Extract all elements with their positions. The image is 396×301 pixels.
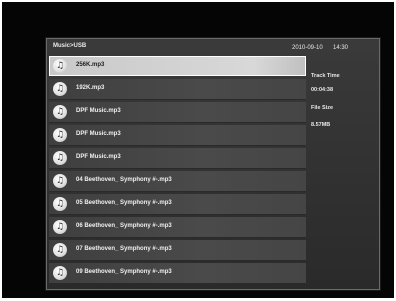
status-bar: Music>USB 2010-09-10 14:30 bbox=[47, 39, 379, 53]
track-time-value: 00:04:38 bbox=[311, 87, 334, 93]
music-note-icon: ♫ bbox=[53, 174, 67, 188]
player-screen: Music>USB 2010-09-10 14:30 ♫ 256K.mp3 ♫ … bbox=[46, 38, 380, 290]
file-name: DPF Music.mp3 bbox=[76, 108, 121, 114]
file-row[interactable]: ♫ 256K.mp3 bbox=[49, 56, 306, 76]
file-list: ♫ 256K.mp3 ♫ 192K.mp3 ♫ DPF Music.mp3 ♫ … bbox=[49, 56, 306, 286]
file-row[interactable]: ♫ 04 Beethoven_ Symphony #-.mp3 bbox=[49, 171, 306, 192]
file-name: 256K.mp3 bbox=[76, 62, 105, 68]
file-row[interactable]: ♫ DPF Music.mp3 bbox=[49, 148, 306, 169]
music-note-icon: ♫ bbox=[53, 220, 67, 234]
file-row[interactable]: ♫ 192K.mp3 bbox=[49, 79, 306, 100]
info-panel: Track Time 00:04:38 File Size 8.57MB bbox=[309, 56, 377, 286]
file-name: 04 Beethoven_ Symphony #-.mp3 bbox=[76, 177, 172, 183]
file-row[interactable]: ♫ 05 Beethoven_ Symphony #-.mp3 bbox=[49, 194, 306, 215]
music-note-icon: ♫ bbox=[53, 128, 67, 142]
file-row[interactable]: ♫ DPF Music.mp3 bbox=[49, 125, 306, 146]
file-name: 09 Beethoven_ Symphony #-.mp3 bbox=[76, 269, 172, 275]
file-size-value: 8.57MB bbox=[311, 122, 331, 128]
file-name: 05 Beethoven_ Symphony #-.mp3 bbox=[76, 200, 172, 206]
music-note-icon: ♫ bbox=[53, 151, 67, 165]
track-time-label: Track Time bbox=[311, 73, 340, 79]
file-name: 192K.mp3 bbox=[76, 85, 105, 91]
breadcrumb: Music>USB bbox=[53, 43, 87, 49]
file-row[interactable]: ♫ 09 Beethoven_ Symphony #-.mp3 bbox=[49, 263, 306, 284]
music-note-icon: ♫ bbox=[53, 266, 67, 280]
file-name: 07 Beethoven_ Symphony #-.mp3 bbox=[76, 246, 172, 252]
file-name: DPF Music.mp3 bbox=[76, 131, 121, 137]
file-row[interactable]: ♫ 07 Beethoven_ Symphony #-.mp3 bbox=[49, 240, 306, 261]
file-size-label: File Size bbox=[311, 105, 334, 111]
file-name: 06 Beethoven_ Symphony #-.mp3 bbox=[76, 223, 172, 229]
file-row[interactable]: ♫ 06 Beethoven_ Symphony #-.mp3 bbox=[49, 217, 306, 238]
music-note-icon: ♫ bbox=[53, 105, 67, 119]
device-frame: Music>USB 2010-09-10 14:30 ♫ 256K.mp3 ♫ … bbox=[2, 2, 394, 298]
music-note-icon: ♫ bbox=[53, 59, 67, 73]
music-note-icon: ♫ bbox=[53, 243, 67, 257]
time-display: 14:30 bbox=[333, 45, 349, 51]
file-name: DPF Music.mp3 bbox=[76, 154, 121, 160]
music-note-icon: ♫ bbox=[53, 197, 67, 211]
music-note-icon: ♫ bbox=[53, 82, 67, 96]
date-display: 2010-09-10 bbox=[292, 45, 323, 51]
file-row[interactable]: ♫ DPF Music.mp3 bbox=[49, 102, 306, 123]
